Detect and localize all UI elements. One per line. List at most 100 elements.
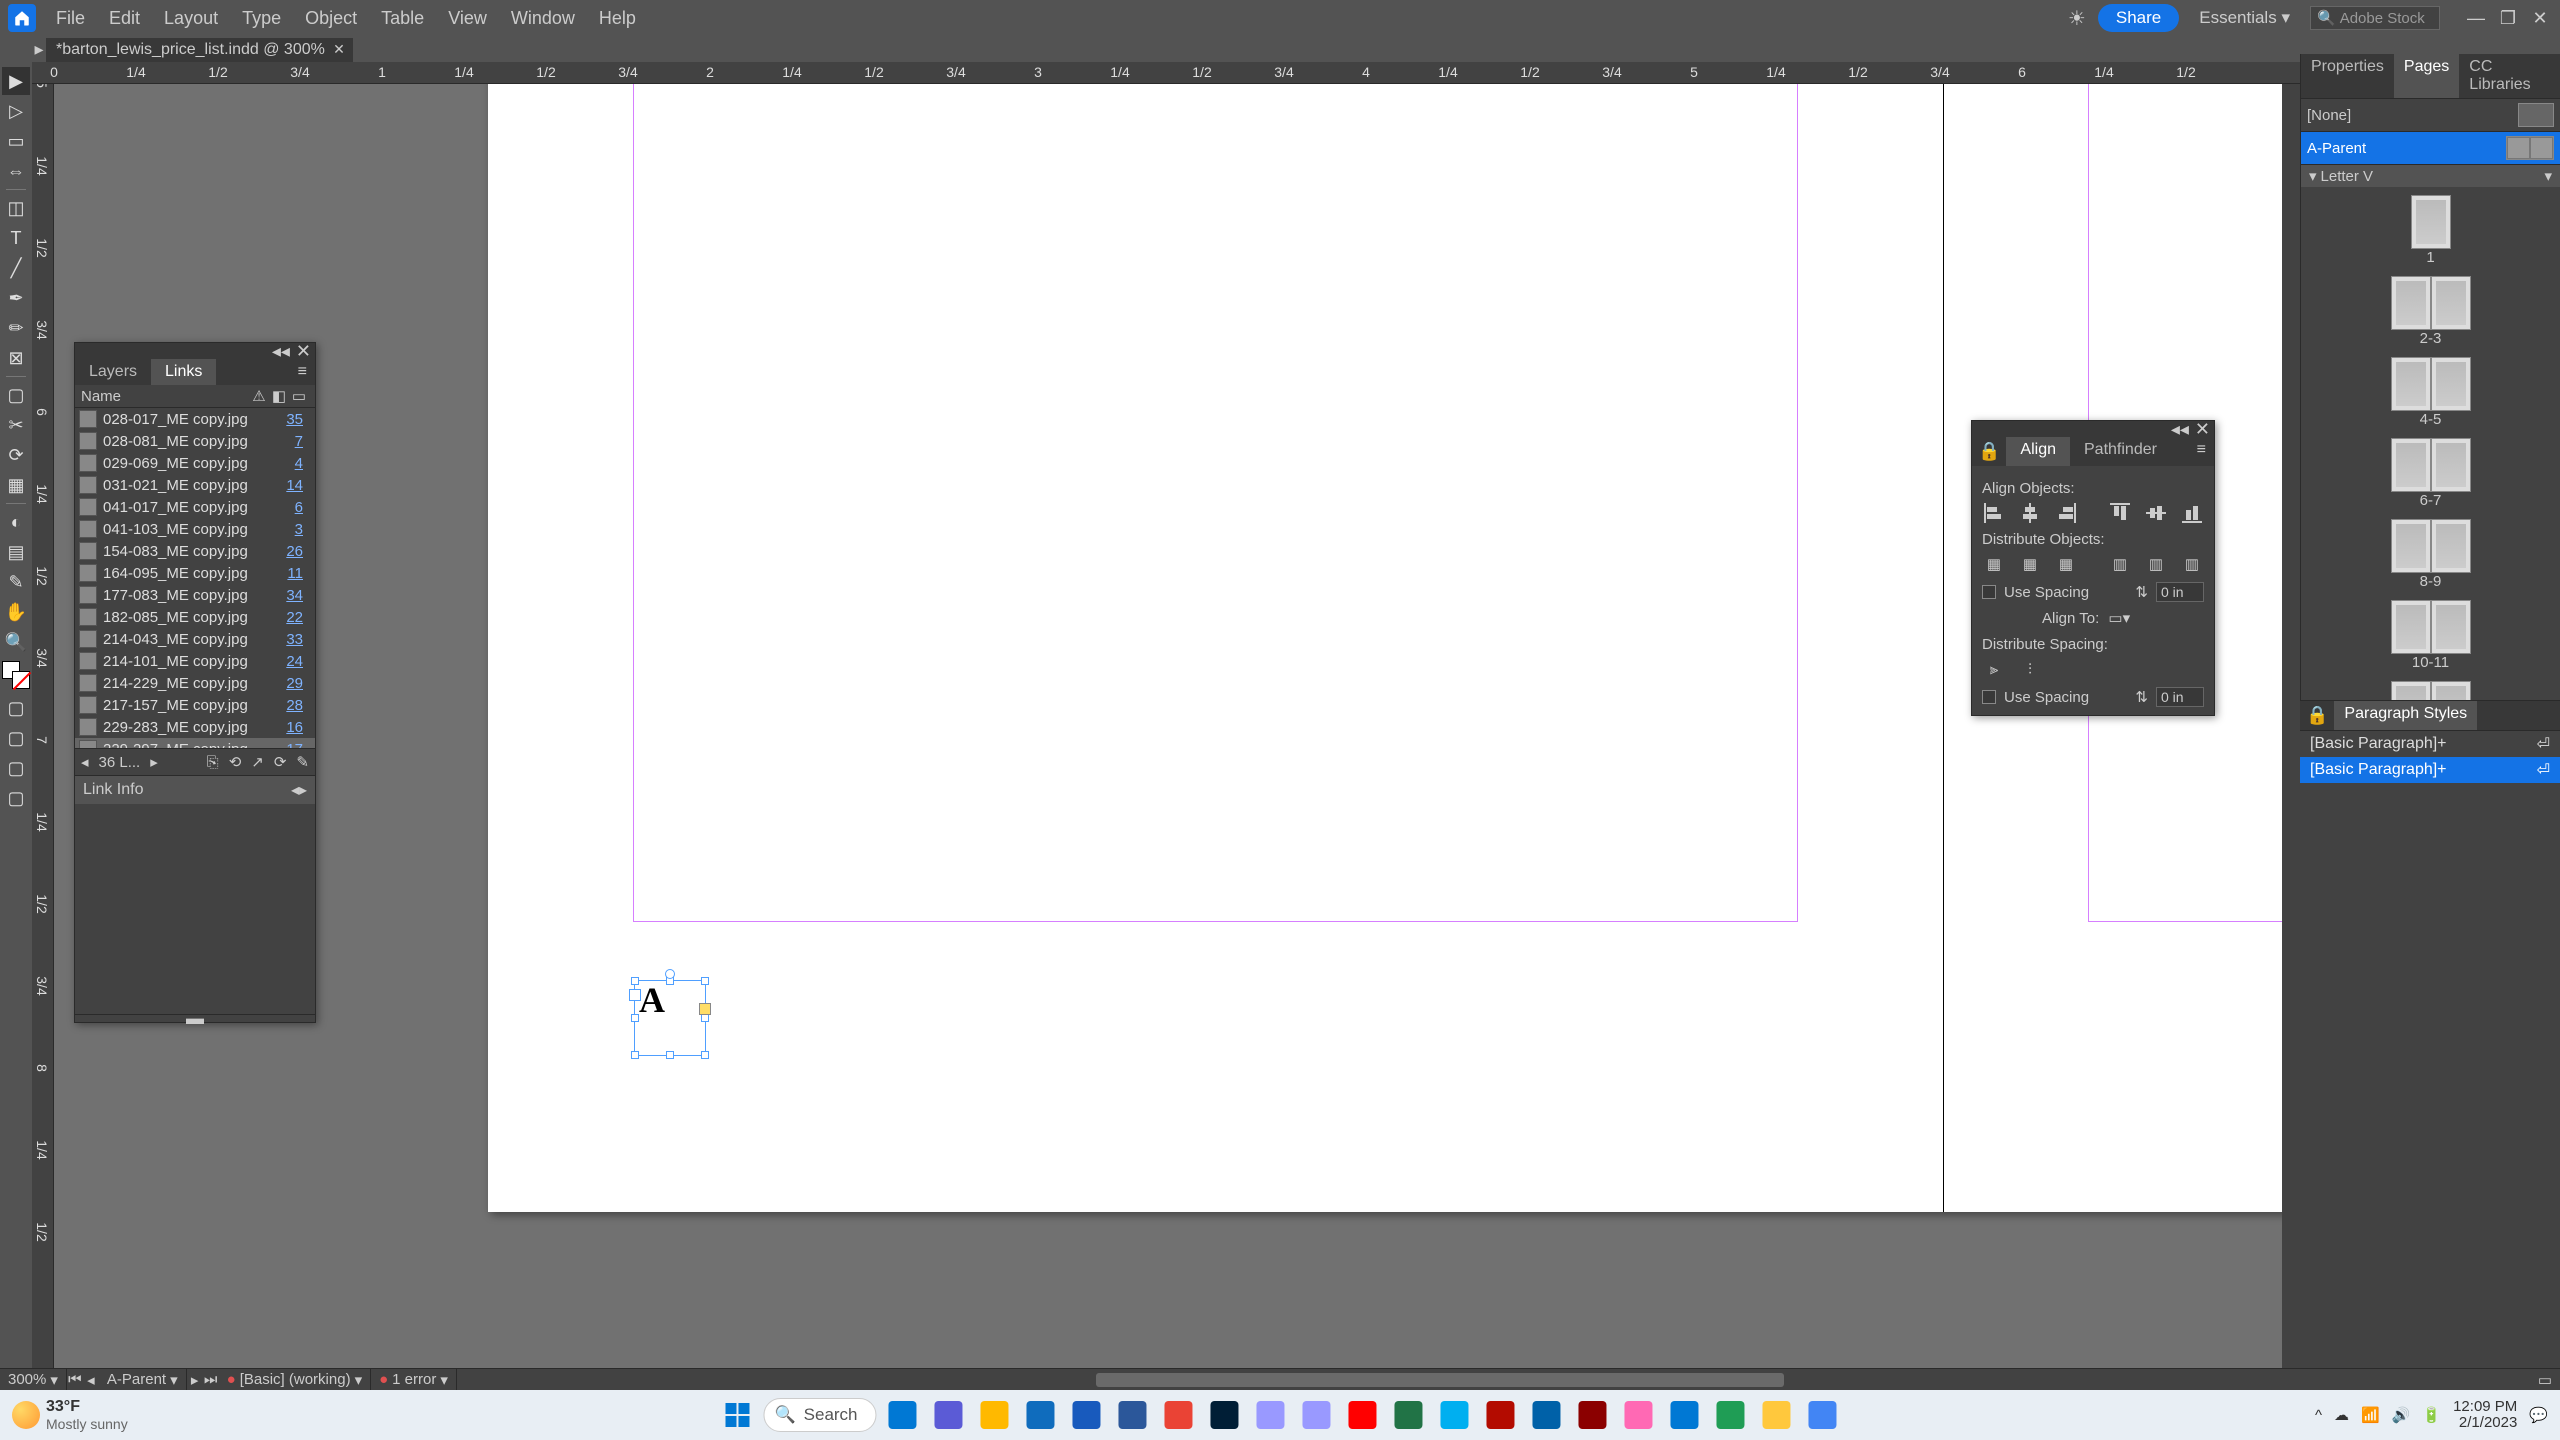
taskbar-app-16[interactable] xyxy=(1619,1395,1659,1435)
taskbar-app-8[interactable] xyxy=(1251,1395,1291,1435)
tray-wifi-icon[interactable]: 📶 xyxy=(2361,1406,2380,1424)
tool-hand[interactable]: ✋ xyxy=(2,598,30,626)
workspace-switcher[interactable]: Essentials ▾ xyxy=(2191,6,2298,30)
tab-close-icon[interactable]: ✕ xyxy=(333,41,345,58)
page-thumb[interactable] xyxy=(2411,195,2451,249)
link-row[interactable]: 214-043_ME copy.jpg33 xyxy=(75,628,315,650)
taskbar-search[interactable]: 🔍Search xyxy=(763,1398,876,1432)
tool-pen[interactable]: ✒ xyxy=(2,284,30,312)
frame-in-port[interactable] xyxy=(629,989,641,1001)
link-page[interactable]: 16 xyxy=(279,719,303,736)
document-tab[interactable]: *barton_lewis_price_list.indd @ 300% ✕ xyxy=(46,38,353,62)
align-panel-titlebar[interactable]: ◂◂ ✕ xyxy=(1972,421,2214,437)
update-link-icon[interactable]: ⟳ xyxy=(274,753,287,771)
align-lock-icon[interactable]: 🔒 xyxy=(1972,437,2006,466)
page-first-icon[interactable]: ⏮ xyxy=(67,1372,83,1388)
tool-gradient-feather[interactable]: ◐ xyxy=(2,508,30,536)
layers-tab[interactable]: Layers xyxy=(75,359,151,385)
tray-chevron-icon[interactable]: ^ xyxy=(2315,1407,2322,1424)
goto-link-icon[interactable]: ↗ xyxy=(251,753,264,771)
fill-stroke-swatch[interactable] xyxy=(2,661,30,689)
frame-handle-w[interactable] xyxy=(631,1014,639,1022)
link-row[interactable]: 214-229_ME copy.jpg29 xyxy=(75,672,315,694)
taskbar-app-6[interactable] xyxy=(1159,1395,1199,1435)
window-minimize[interactable]: — xyxy=(2464,8,2488,28)
pathfinder-tab[interactable]: Pathfinder xyxy=(2070,437,2171,466)
frame-handle-sw[interactable] xyxy=(631,1051,639,1059)
link-page[interactable]: 28 xyxy=(279,697,303,714)
link-info-next-icon[interactable]: ▸ xyxy=(299,780,307,800)
tray-battery-icon[interactable]: 🔋 xyxy=(2422,1406,2441,1424)
panel-menu-icon[interactable]: ≡ xyxy=(290,359,315,385)
align-top-icon[interactable] xyxy=(2108,501,2132,525)
link-page[interactable]: 17 xyxy=(279,741,303,749)
link-page[interactable]: 29 xyxy=(279,675,303,692)
taskbar-weather[interactable]: 33°F Mostly sunny xyxy=(12,1398,128,1432)
spread-thumb[interactable]: 2-3 xyxy=(2391,276,2471,347)
page-thumb[interactable] xyxy=(2431,276,2471,330)
horizontal-scrollbar[interactable] xyxy=(580,1370,2300,1390)
taskbar-app-7[interactable] xyxy=(1205,1395,1245,1435)
id-home-icon[interactable] xyxy=(8,4,36,32)
tool-apply-color[interactable]: ▢ xyxy=(2,694,30,722)
frame-handle-nw[interactable] xyxy=(631,977,639,985)
tool-scissors[interactable]: ✂ xyxy=(2,411,30,439)
notifications-icon[interactable]: 💬 xyxy=(2529,1406,2548,1424)
link-info-header[interactable]: Link Info ◂ ▸ xyxy=(75,775,315,804)
menu-table[interactable]: Table xyxy=(369,8,436,29)
link-page[interactable]: 11 xyxy=(279,565,303,582)
menu-object[interactable]: Object xyxy=(293,8,369,29)
page-thumb[interactable] xyxy=(2431,600,2471,654)
paragraph-style-row[interactable]: [Basic Paragraph]+⏎ xyxy=(2300,731,2560,757)
dist-bottom-icon[interactable]: ▦ xyxy=(2054,552,2078,576)
tool-screen-mode[interactable]: ▢ xyxy=(2,784,30,812)
menu-window[interactable]: Window xyxy=(499,8,587,29)
link-row[interactable]: 229-283_ME copy.jpg16 xyxy=(75,716,315,738)
relink-cc-icon[interactable]: ⎘ xyxy=(207,754,219,771)
use-spacing-checkbox[interactable] xyxy=(1982,585,1996,599)
horizontal-ruler[interactable]: 01/41/23/411/41/23/421/41/23/431/41/23/4… xyxy=(32,62,2300,84)
bulb-icon[interactable]: ☀ xyxy=(2068,6,2086,31)
tool-content-collector[interactable]: ◫ xyxy=(2,194,30,222)
tool-direct-selection[interactable]: ▷ xyxy=(2,97,30,125)
window-close[interactable]: ✕ xyxy=(2528,8,2552,28)
cc-libraries-tab[interactable]: CC Libraries xyxy=(2459,54,2560,98)
taskbar-app-0[interactable] xyxy=(883,1395,923,1435)
frame-handle-ne[interactable] xyxy=(701,977,709,985)
link-page[interactable]: 22 xyxy=(279,609,303,626)
link-page[interactable]: 26 xyxy=(279,543,303,560)
page-thumb[interactable] xyxy=(2391,519,2431,573)
spread-thumb[interactable]: 6-7 xyxy=(2391,438,2471,509)
spacing2-stepper-icon[interactable]: ⇅ xyxy=(2135,688,2148,706)
page-thumb[interactable] xyxy=(2391,276,2431,330)
frame-handle-s[interactable] xyxy=(666,1051,674,1059)
adobe-stock-search[interactable]: 🔍 Adobe Stock xyxy=(2310,6,2440,30)
use-spacing2-checkbox[interactable] xyxy=(1982,690,1996,704)
link-page[interactable]: 6 xyxy=(279,499,303,516)
link-row[interactable]: 217-157_ME copy.jpg28 xyxy=(75,694,315,716)
link-row[interactable]: 214-101_ME copy.jpg24 xyxy=(75,650,315,672)
menu-view[interactable]: View xyxy=(436,8,499,29)
panel-titlebar[interactable]: ◂◂ ✕ xyxy=(75,343,315,359)
page-thumb[interactable] xyxy=(2391,357,2431,411)
links-next-icon[interactable]: ▸ xyxy=(150,753,158,771)
spread-thumb[interactable]: 1 xyxy=(2411,195,2451,266)
frame-out-port[interactable] xyxy=(699,1003,711,1015)
frame-handle-se[interactable] xyxy=(701,1051,709,1059)
spread-thumb[interactable]: 4-5 xyxy=(2391,357,2471,428)
tool-rectangle-frame[interactable]: ⊠ xyxy=(2,344,30,372)
menu-edit[interactable]: Edit xyxy=(97,8,152,29)
page-next-icon[interactable]: ▸ xyxy=(187,1372,203,1388)
document-canvas[interactable]: A xyxy=(54,84,2300,1390)
master-row[interactable]: A-Parent xyxy=(2301,132,2560,165)
frame-handle-e[interactable] xyxy=(701,1014,709,1022)
section-menu-icon[interactable]: ▾ xyxy=(2544,167,2552,185)
taskbar-app-10[interactable] xyxy=(1343,1395,1383,1435)
link-row[interactable]: 041-017_ME copy.jpg6 xyxy=(75,496,315,518)
menu-layout[interactable]: Layout xyxy=(152,8,230,29)
taskbar-app-18[interactable] xyxy=(1711,1395,1751,1435)
tab-expand-icon[interactable]: ▸ xyxy=(32,36,46,62)
link-page[interactable]: 14 xyxy=(279,477,303,494)
frame-rotate-handle[interactable] xyxy=(665,969,675,979)
tool-gap[interactable]: ⇔ xyxy=(2,157,30,185)
